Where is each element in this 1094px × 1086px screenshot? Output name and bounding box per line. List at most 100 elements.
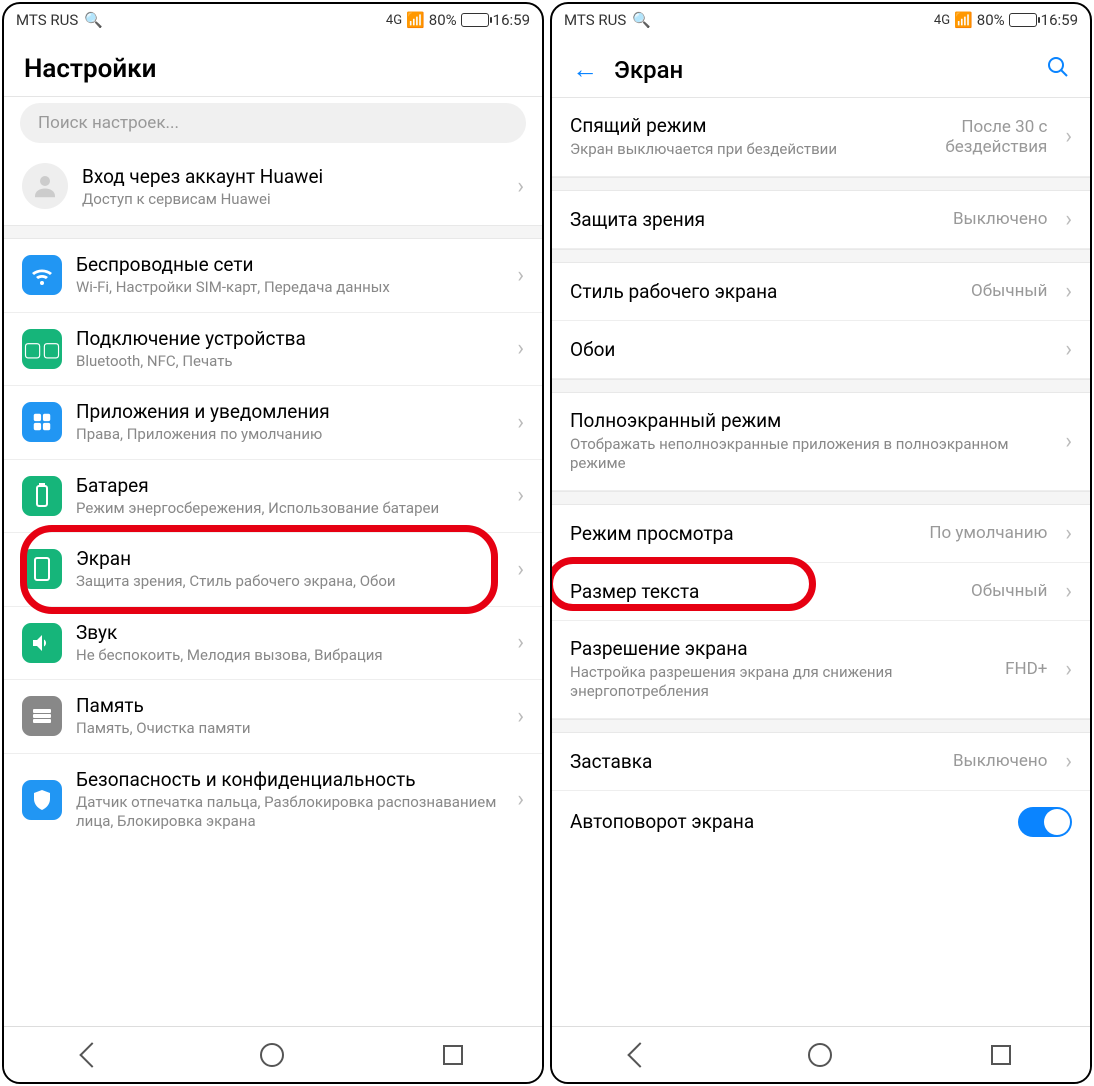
- chevron-right-icon: ›: [517, 174, 524, 199]
- battery-percent: 80%: [429, 11, 457, 29]
- navbar: [552, 1026, 1090, 1082]
- row-eye-comfort[interactable]: Защита зрения Выключено ›: [552, 191, 1090, 249]
- search-status-icon: 🔍: [632, 11, 651, 29]
- phone-right: MTS RUS 🔍 4G 📶 80% 16:59 ← Экран Спящий …: [550, 2, 1092, 1084]
- nav-back-button[interactable]: [628, 1042, 653, 1067]
- row-sub: Права, Приложения по умолчанию: [76, 425, 503, 445]
- nav-recent-button[interactable]: [443, 1045, 463, 1065]
- chevron-right-icon: ›: [1065, 429, 1072, 454]
- clock: 16:59: [493, 11, 530, 29]
- page-title: Настройки: [24, 54, 156, 84]
- row-title: Спящий режим: [570, 114, 865, 137]
- chevron-right-icon: ›: [1065, 657, 1072, 682]
- battery-icon: [22, 476, 62, 516]
- section-gap: [552, 379, 1090, 393]
- row-sub: Экран выключается при бездействии: [570, 140, 865, 160]
- row-title: Защита зрения: [570, 208, 941, 231]
- row-sleep[interactable]: Спящий режим Экран выключается при безде…: [552, 98, 1090, 177]
- battery-icon: [461, 13, 489, 27]
- chevron-right-icon: ›: [517, 630, 524, 655]
- signal-icon: 📶: [406, 11, 425, 29]
- row-display[interactable]: Экран Защита зрения, Стиль рабочего экра…: [4, 533, 542, 607]
- nav-back-button[interactable]: [80, 1042, 105, 1067]
- avatar-icon: [22, 163, 68, 209]
- row-title: Заставка: [570, 750, 941, 773]
- nav-home-button[interactable]: [260, 1043, 284, 1067]
- chevron-right-icon: ›: [517, 263, 524, 288]
- row-value: Выключено: [953, 209, 1047, 229]
- row-title: Подключение устройства: [76, 327, 503, 350]
- shield-icon: [22, 780, 62, 820]
- chevron-right-icon: ›: [1065, 579, 1072, 604]
- settings-scroll[interactable]: Поиск настроек... Вход через аккаунт Hua…: [4, 97, 542, 1026]
- row-resolution[interactable]: Разрешение экрана Настройка разрешения э…: [552, 621, 1090, 719]
- carrier-label: MTS RUS: [16, 11, 78, 29]
- network-icon: 4G: [934, 13, 950, 28]
- page-title: Экран: [614, 56, 683, 84]
- nav-recent-button[interactable]: [991, 1045, 1011, 1065]
- wifi-icon: [22, 255, 62, 295]
- devices-icon: ▢▢: [22, 329, 62, 369]
- row-security[interactable]: Безопасность и конфиденциальность Датчик…: [4, 754, 542, 846]
- back-button[interactable]: ←: [572, 54, 598, 85]
- search-status-icon: 🔍: [84, 11, 103, 29]
- chevron-right-icon: ›: [517, 557, 524, 582]
- row-home-style[interactable]: Стиль рабочего экрана Обычный ›: [552, 263, 1090, 321]
- row-title: Обои: [570, 338, 1047, 361]
- row-sound[interactable]: Звук Не беспокоить, Мелодия вызова, Вибр…: [4, 607, 542, 681]
- signal-icon: 📶: [954, 11, 973, 29]
- auto-rotate-toggle[interactable]: [1018, 807, 1072, 837]
- row-title: Приложения и уведомления: [76, 400, 503, 423]
- network-icon: 4G: [386, 13, 402, 28]
- row-view-mode[interactable]: Режим просмотра По умолчанию ›: [552, 505, 1090, 563]
- row-wireless[interactable]: Беспроводные сети Wi-Fi, Настройки SIM-к…: [4, 239, 542, 313]
- row-value: FHD+: [1005, 659, 1047, 679]
- account-row[interactable]: Вход через аккаунт Huawei Доступ к серви…: [4, 153, 542, 225]
- statusbar: MTS RUS 🔍 4G 📶 80% 16:59: [552, 4, 1090, 36]
- row-auto-rotate[interactable]: Автоповорот экрана: [552, 791, 1090, 853]
- row-title: Звук: [76, 621, 503, 644]
- row-fullscreen[interactable]: Полноэкранный режим Отображать неполноэк…: [552, 393, 1090, 491]
- row-apps[interactable]: Приложения и уведомления Права, Приложен…: [4, 386, 542, 460]
- carrier-label: MTS RUS: [564, 11, 626, 29]
- section-gap: [552, 249, 1090, 263]
- search-input[interactable]: Поиск настроек...: [20, 103, 526, 143]
- clock: 16:59: [1041, 11, 1078, 29]
- row-title: Автоповорот экрана: [570, 810, 1006, 833]
- row-value: Выключено: [953, 751, 1047, 771]
- storage-icon: [22, 696, 62, 736]
- row-wallpaper[interactable]: Обои ›: [552, 321, 1090, 379]
- row-battery[interactable]: Батарея Режим энергосбережения, Использо…: [4, 460, 542, 534]
- row-value: После 30 с бездействия: [877, 117, 1047, 157]
- row-text-size[interactable]: Размер текста Обычный ›: [552, 563, 1090, 621]
- row-value: По умолчанию: [929, 523, 1047, 543]
- section-gap: [4, 225, 542, 239]
- row-title: Режим просмотра: [570, 522, 917, 545]
- chevron-right-icon: ›: [1065, 279, 1072, 304]
- row-title: Экран: [76, 547, 503, 570]
- chevron-right-icon: ›: [517, 336, 524, 361]
- nav-home-button[interactable]: [808, 1043, 832, 1067]
- row-sub: Не беспокоить, Мелодия вызова, Вибрация: [76, 646, 503, 666]
- row-title: Размер текста: [570, 580, 959, 603]
- row-screensaver[interactable]: Заставка Выключено ›: [552, 733, 1090, 791]
- navbar: [4, 1026, 542, 1082]
- chevron-right-icon: ›: [517, 787, 524, 812]
- row-title: Стиль рабочего экрана: [570, 280, 959, 303]
- apps-icon: [22, 402, 62, 442]
- row-title: Батарея: [76, 474, 503, 497]
- row-memory[interactable]: Память Память, Очистка памяти ›: [4, 680, 542, 754]
- display-settings-scroll[interactable]: Спящий режим Экран выключается при безде…: [552, 98, 1090, 1026]
- section-gap: [552, 491, 1090, 505]
- chevron-right-icon: ›: [1065, 749, 1072, 774]
- row-title: Разрешение экрана: [570, 637, 993, 660]
- chevron-right-icon: ›: [517, 483, 524, 508]
- section-gap: [552, 177, 1090, 191]
- row-sub: Отображать неполноэкранные приложения в …: [570, 435, 1047, 474]
- search-icon[interactable]: [1046, 55, 1070, 85]
- row-sub: Wi-Fi, Настройки SIM-карт, Передача данн…: [76, 278, 503, 298]
- row-device-connect[interactable]: ▢▢ Подключение устройства Bluetooth, NFC…: [4, 313, 542, 387]
- row-title: Безопасность и конфиденциальность: [76, 768, 503, 791]
- chevron-right-icon: ›: [1065, 124, 1072, 149]
- row-value: Обычный: [971, 281, 1047, 301]
